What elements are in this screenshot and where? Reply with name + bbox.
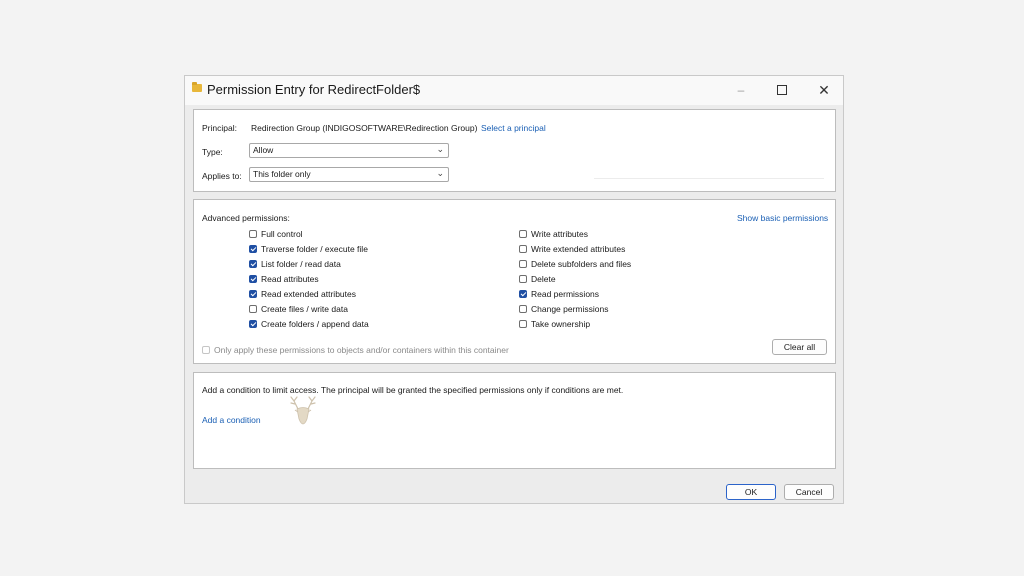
- permission-label: Change permissions: [531, 304, 609, 314]
- permission-checkbox[interactable]: [519, 275, 527, 283]
- chevron-down-icon: ⌄: [436, 168, 444, 178]
- permission-label: Read permissions: [531, 289, 600, 299]
- permission-checkbox[interactable]: [249, 245, 257, 253]
- permission-checkbox-row[interactable]: Full control: [249, 228, 303, 240]
- permission-checkbox[interactable]: [249, 260, 257, 268]
- permission-checkbox[interactable]: [249, 290, 257, 298]
- chevron-down-icon: ⌄: [436, 144, 444, 154]
- permission-checkbox-row[interactable]: Read extended attributes: [249, 288, 356, 300]
- permission-label: Delete: [531, 274, 556, 284]
- select-principal-link[interactable]: Select a principal: [481, 123, 546, 133]
- permission-label: Create files / write data: [261, 304, 348, 314]
- minimize-button[interactable]: –: [729, 80, 753, 100]
- window-title: Permission Entry for RedirectFolder$: [207, 82, 421, 97]
- permission-label: List folder / read data: [261, 259, 341, 269]
- divider: [594, 178, 824, 179]
- maximize-icon: [777, 85, 787, 95]
- folder-icon: [192, 82, 202, 92]
- permission-checkbox-row[interactable]: Read attributes: [249, 273, 319, 285]
- title-bar: Permission Entry for RedirectFolder$ – ✕: [185, 76, 843, 105]
- type-select-value: Allow: [253, 145, 274, 155]
- permission-checkbox[interactable]: [249, 305, 257, 313]
- principal-label: Principal:: [202, 123, 237, 133]
- condition-description: Add a condition to limit access. The pri…: [202, 385, 624, 395]
- permission-label: Read attributes: [261, 274, 319, 284]
- permission-checkbox-row[interactable]: Write extended attributes: [519, 243, 625, 255]
- close-button[interactable]: ✕: [812, 80, 836, 100]
- permission-checkbox[interactable]: [519, 230, 527, 238]
- applies-to-select[interactable]: This folder only ⌄: [249, 167, 449, 182]
- close-icon: ✕: [818, 81, 830, 98]
- permission-checkbox[interactable]: [519, 260, 527, 268]
- permission-checkbox-row[interactable]: Delete subfolders and files: [519, 258, 631, 270]
- permission-entry-dialog: Permission Entry for RedirectFolder$ – ✕…: [184, 75, 844, 504]
- condition-panel: Add a condition to limit access. The pri…: [193, 372, 836, 469]
- permission-checkbox-row[interactable]: List folder / read data: [249, 258, 341, 270]
- only-apply-checkbox-row[interactable]: Only apply these permissions to objects …: [202, 344, 509, 356]
- advanced-permissions-heading: Advanced permissions:: [202, 213, 290, 223]
- type-label: Type:: [202, 147, 223, 157]
- type-select[interactable]: Allow ⌄: [249, 143, 449, 158]
- only-apply-label: Only apply these permissions to objects …: [214, 345, 509, 355]
- permission-checkbox[interactable]: [249, 320, 257, 328]
- advanced-permissions-panel: Advanced permissions: Show basic permiss…: [193, 199, 836, 364]
- permission-label: Delete subfolders and files: [531, 259, 632, 269]
- permission-checkbox-row[interactable]: Traverse folder / execute file: [249, 243, 368, 255]
- permission-checkbox[interactable]: [519, 245, 527, 253]
- permission-checkbox[interactable]: [249, 275, 257, 283]
- minimize-icon: –: [737, 83, 745, 97]
- principal-panel: Principal: Redirection Group (INDIGOSOFT…: [193, 109, 836, 192]
- permission-label: Full control: [261, 229, 303, 239]
- permission-label: Read extended attributes: [261, 289, 356, 299]
- permission-checkbox[interactable]: [519, 305, 527, 313]
- permission-checkbox[interactable]: [519, 320, 527, 328]
- deer-watermark-icon: [290, 396, 316, 425]
- permission-checkbox[interactable]: [519, 290, 527, 298]
- permission-checkbox-row[interactable]: Take ownership: [519, 318, 590, 330]
- show-basic-permissions-link[interactable]: Show basic permissions: [737, 213, 828, 223]
- ok-button[interactable]: OK: [726, 484, 776, 500]
- only-apply-checkbox[interactable]: [202, 346, 210, 354]
- permission-checkbox-row[interactable]: Delete: [519, 273, 556, 285]
- permission-checkbox-row[interactable]: Write attributes: [519, 228, 588, 240]
- permission-checkbox-row[interactable]: Read permissions: [519, 288, 599, 300]
- permission-checkbox[interactable]: [249, 230, 257, 238]
- permission-checkbox-row[interactable]: Change permissions: [519, 303, 608, 315]
- permission-label: Write extended attributes: [531, 244, 626, 254]
- cancel-button[interactable]: Cancel: [784, 484, 834, 500]
- permission-checkbox-row[interactable]: Create files / write data: [249, 303, 348, 315]
- applies-to-label: Applies to:: [202, 171, 242, 181]
- permission-label: Create folders / append data: [261, 319, 369, 329]
- permission-label: Write attributes: [531, 229, 589, 239]
- principal-value: Redirection Group (INDIGOSOFTWARE\Redire…: [251, 123, 478, 133]
- applies-to-select-value: This folder only: [253, 169, 311, 179]
- permission-label: Traverse folder / execute file: [261, 244, 368, 254]
- maximize-button[interactable]: [770, 80, 794, 100]
- clear-all-button[interactable]: Clear all: [772, 339, 827, 355]
- permission-label: Take ownership: [531, 319, 591, 329]
- permission-checkbox-row[interactable]: Create folders / append data: [249, 318, 369, 330]
- add-condition-link[interactable]: Add a condition: [202, 415, 261, 425]
